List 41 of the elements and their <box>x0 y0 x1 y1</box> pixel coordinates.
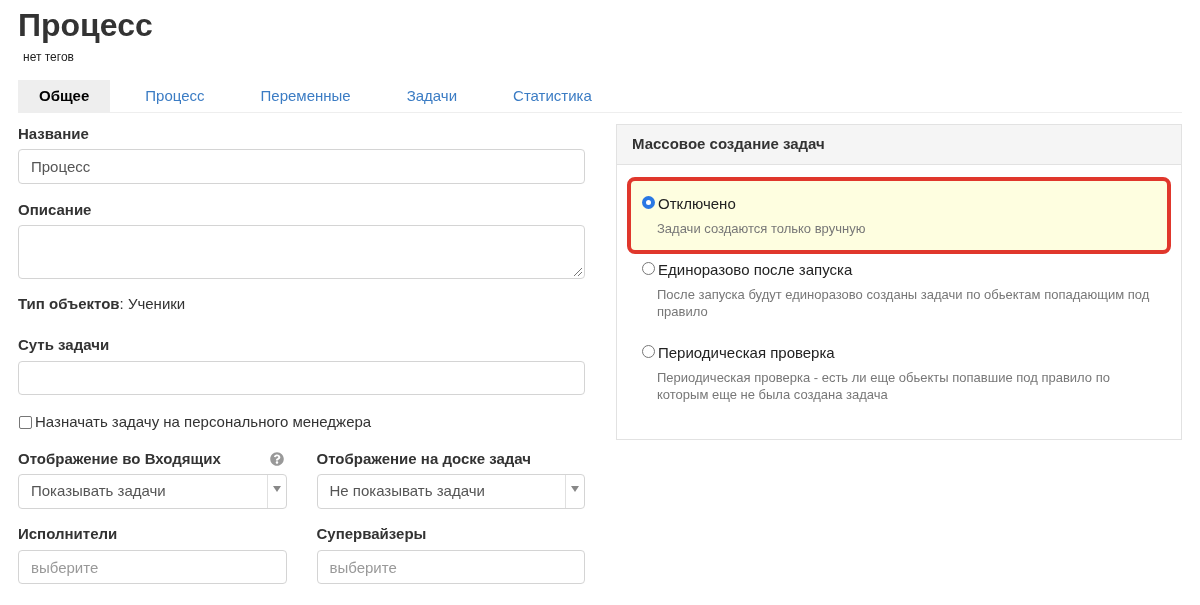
description-field[interactable] <box>18 225 585 279</box>
field-label: Отображение во Входящих <box>18 449 221 469</box>
option-label: Единоразово после запуска <box>658 260 853 280</box>
tags-text: нет тегов <box>23 49 74 65</box>
field-label: Название <box>18 124 89 144</box>
checkbox[interactable] <box>19 415 32 429</box>
tab[interactable]: Общее <box>18 80 111 112</box>
option-description: После запуска будут единоразово созданы задачи по обьектам попадающим под правило <box>657 286 1151 320</box>
radio-button[interactable] <box>642 262 655 275</box>
supervisors-field[interactable]: выберите <box>316 550 585 584</box>
field-label: Супервайзеры <box>316 524 427 544</box>
tab[interactable]: Статистика <box>492 80 613 112</box>
panel-title: Массовое создание задач <box>632 134 825 155</box>
option-description: Задачи создаются только вручную <box>657 220 867 237</box>
help-icon[interactable] <box>269 452 284 466</box>
checkbox-label: Назначать задачу на персонального менеджера <box>35 412 372 432</box>
radio-option[interactable]: Периодическая проверка Периодическая проверка - есть ли еще обьекты попавшие под правило по которым еще не была создана задача <box>627 335 1171 411</box>
radio-button[interactable] <box>642 345 655 358</box>
radio-option[interactable]: Отключено Задачи создаются только вручную <box>627 177 1171 254</box>
name-field[interactable]: Процесс <box>18 149 585 184</box>
object-type-text: Тип объектов: Ученики <box>18 294 186 314</box>
inbox-display-select[interactable]: Показывать задачи <box>18 474 287 509</box>
executors-field[interactable]: выберите <box>18 550 287 584</box>
page-title: Процесс <box>18 6 153 45</box>
option-label: Отключено <box>658 194 736 214</box>
option-description: Периодическая проверка - есть ли еще обьекты попавшие под правило по которым еще не была создана задача <box>657 369 1111 403</box>
task-summary-field[interactable] <box>18 361 585 395</box>
tab[interactable]: Задачи <box>385 80 479 112</box>
tab[interactable]: Переменные <box>239 80 372 112</box>
field-label: Исполнители <box>18 524 118 544</box>
radio-option[interactable]: Единоразово после запуска После запуска будут единоразово созданы задачи по обьектам попадающим под правило <box>627 252 1171 328</box>
radio-button[interactable] <box>642 196 655 209</box>
resize-grip-icon[interactable] <box>574 268 582 276</box>
option-label: Периодическая проверка <box>658 343 835 363</box>
caret-icon <box>272 485 281 492</box>
field-label: Описание <box>18 200 92 220</box>
tab[interactable]: Процесс <box>124 80 226 112</box>
field-label: Суть задачи <box>18 335 110 355</box>
field-label: Отображение на доске задач <box>316 449 532 469</box>
caret-icon <box>571 485 579 492</box>
board-display-select[interactable]: Не показывать задачи <box>316 474 585 509</box>
